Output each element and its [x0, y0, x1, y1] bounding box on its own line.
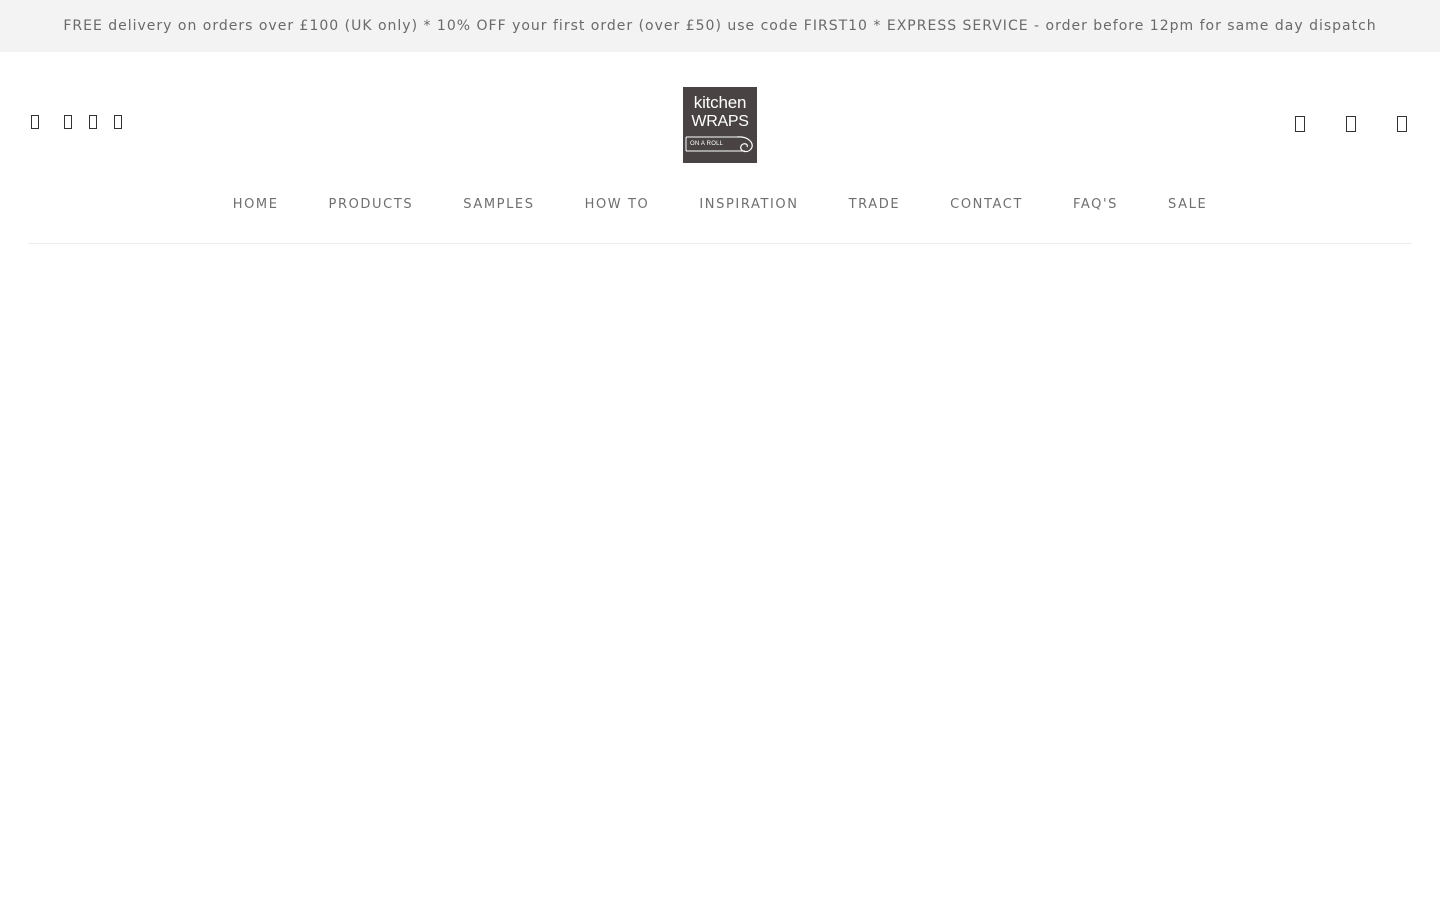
nav-item-samples[interactable]: SAMPLES: [463, 197, 534, 212]
site-logo[interactable]: kitchen WRAPS ON A ROLL: [683, 87, 757, 163]
youtube-icon[interactable]: [114, 115, 122, 129]
announcement-text: FREE delivery on orders over £100 (UK on…: [63, 18, 1377, 34]
nav-item-faqs[interactable]: FAQ'S: [1073, 197, 1118, 212]
main-nav: HOME PRODUCTS SAMPLES HOW TO INSPIRATION…: [28, 197, 1412, 212]
nav-item-products[interactable]: PRODUCTS: [329, 197, 414, 212]
logo-text-on-a-roll: ON A ROLL: [690, 141, 724, 147]
instagram-icon[interactable]: [64, 115, 72, 129]
social-icons: [31, 115, 122, 129]
facebook-icon[interactable]: [31, 115, 39, 129]
nav-item-home[interactable]: HOME: [233, 197, 279, 212]
search-icon[interactable]: [1295, 116, 1305, 132]
announcement-bar: FREE delivery on orders over £100 (UK on…: [0, 0, 1440, 52]
nav-item-how-to[interactable]: HOW TO: [585, 197, 650, 212]
main-content: [0, 244, 1440, 899]
nav-item-contact[interactable]: CONTACT: [950, 197, 1023, 212]
logo-text-wraps: WRAPS: [691, 113, 749, 130]
cart-icon[interactable]: [1397, 116, 1407, 132]
site-header: kitchen WRAPS ON A ROLL HOME PRODUCTS SA…: [28, 52, 1412, 244]
account-icon[interactable]: [1346, 116, 1356, 132]
pinterest-icon[interactable]: [89, 115, 97, 129]
utility-icons: [1295, 116, 1407, 132]
logo-text-kitchen: kitchen: [693, 93, 747, 112]
nav-item-sale[interactable]: SALE: [1168, 197, 1207, 212]
logo-roll-row: ON A ROLL: [683, 134, 757, 156]
nav-item-inspiration[interactable]: INSPIRATION: [699, 197, 798, 212]
nav-item-trade[interactable]: TRADE: [849, 197, 901, 212]
